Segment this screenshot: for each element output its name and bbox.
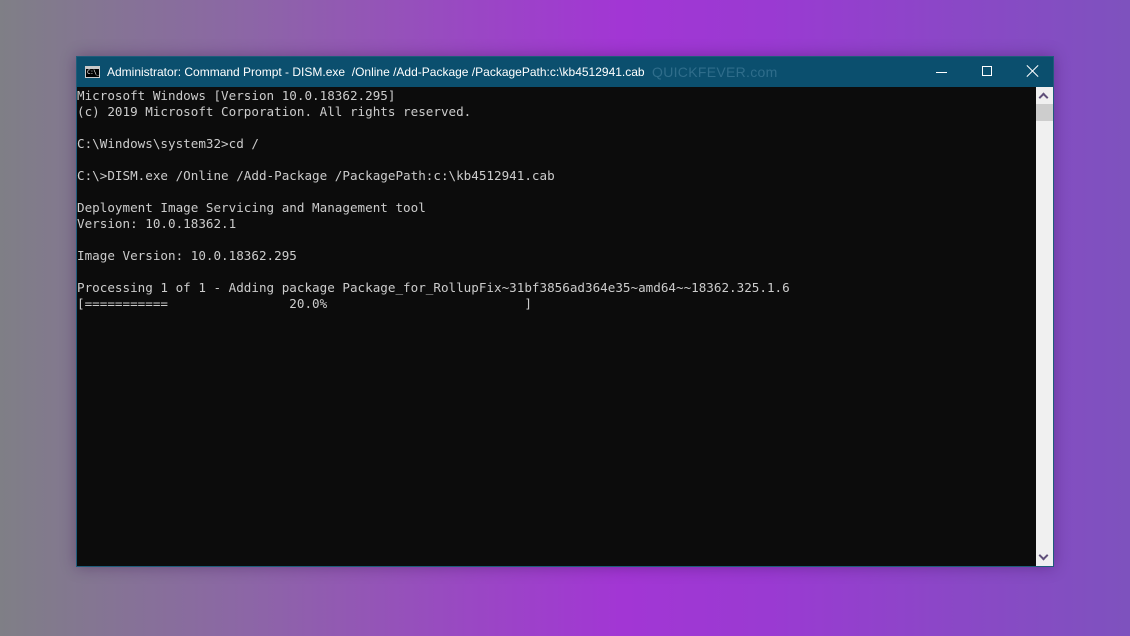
cmd-app-icon[interactable]: C:\_ [85,66,100,78]
console-line: Deployment Image Servicing and Managemen… [77,200,426,215]
scroll-down-button[interactable] [1036,549,1053,566]
console-line: C:\>DISM.exe /Online /Add-Package /Packa… [77,168,555,183]
minimize-button[interactable] [918,57,964,87]
console-line: C:\Windows\system32>cd / [77,136,259,151]
chevron-up-icon [1038,92,1049,103]
console-line: (c) 2019 Microsoft Corporation. All righ… [77,104,472,119]
console-line: Microsoft Windows [Version 10.0.18362.29… [77,88,396,103]
command-prompt-window: C:\_ Administrator: Command Prompt - DIS… [76,56,1054,567]
console-line: Version: 10.0.18362.1 [77,216,237,231]
watermark: QUICKFEVER.com [652,64,778,80]
console-line: Image Version: 10.0.18362.295 [77,248,297,263]
processing-line: Processing 1 of 1 - Adding package Packa… [77,280,790,295]
vertical-scrollbar[interactable] [1036,87,1053,566]
close-icon [1026,64,1040,78]
title-bar[interactable]: C:\_ Administrator: Command Prompt - DIS… [77,57,1053,87]
progress-bar-text: [=========== 20.0% ] [77,296,532,311]
cmd-app-icon-label: C:\_ [87,69,100,76]
maximize-button[interactable] [964,57,1010,87]
close-button[interactable] [1010,57,1056,87]
window-title: Administrator: Command Prompt - DISM.exe… [107,65,645,79]
console-output[interactable]: Microsoft Windows [Version 10.0.18362.29… [77,87,1037,566]
scrollbar-thumb[interactable] [1036,104,1053,121]
maximize-icon [982,66,992,76]
chevron-down-icon [1038,550,1049,561]
scroll-up-button[interactable] [1036,87,1053,104]
minimize-icon [936,72,947,73]
